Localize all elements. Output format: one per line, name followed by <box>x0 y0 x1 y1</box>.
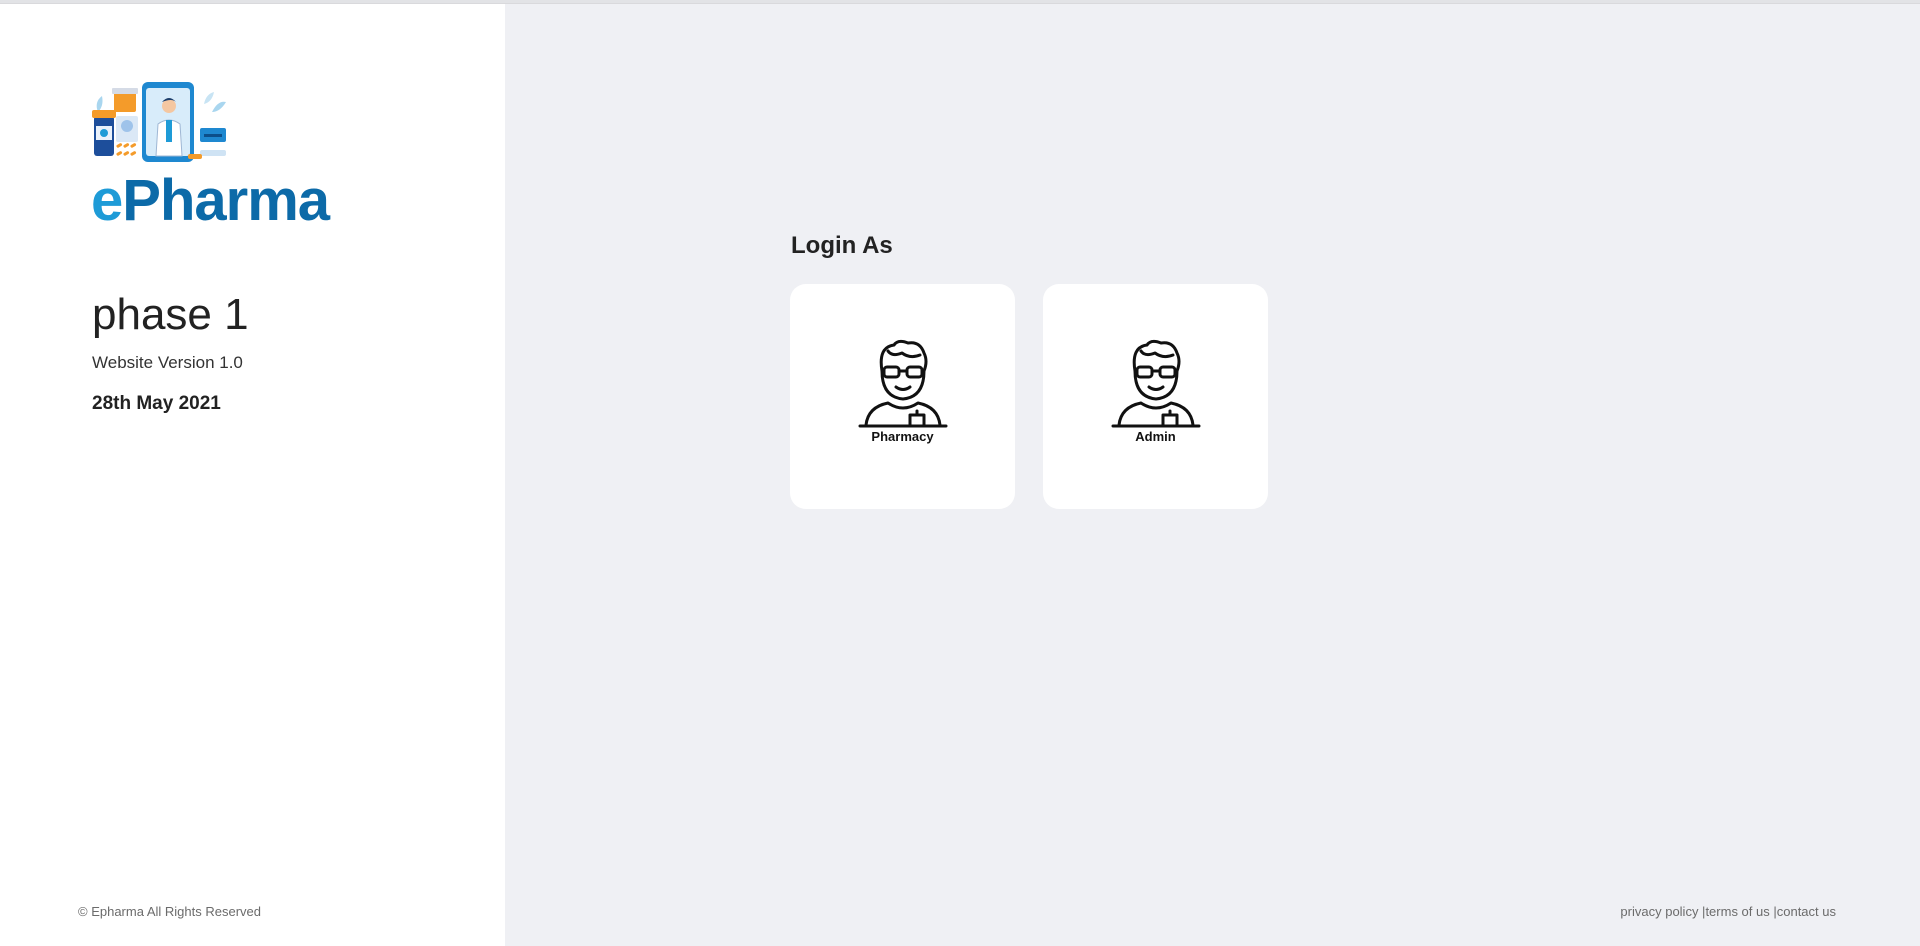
admin-avatar-icon <box>1111 339 1201 428</box>
website-version: Website Version 1.0 <box>92 353 243 372</box>
privacy-policy-link[interactable]: privacy policy | <box>1620 904 1705 919</box>
pharmacy-label: Pharmacy <box>871 429 934 444</box>
copyright-text: © Epharma All Rights Reserved <box>78 904 261 919</box>
terms-of-use-link[interactable]: terms of us | <box>1705 904 1776 919</box>
pharmacy-illustration-logo <box>92 82 226 162</box>
left-panel <box>0 4 505 946</box>
footer-links: privacy policy |terms of us |contact us <box>1620 904 1836 919</box>
brand-pharma: Pharma <box>122 168 330 233</box>
brand-logo-text: ePharma <box>91 172 330 230</box>
contact-us-link[interactable]: contact us <box>1777 904 1836 919</box>
login-pharmacy-card[interactable]: Pharmacy <box>790 284 1015 509</box>
login-as-heading: Login As <box>791 232 893 259</box>
admin-label: Admin <box>1135 429 1176 444</box>
brand-e: e <box>91 168 123 233</box>
release-date: 28th May 2021 <box>92 393 221 414</box>
login-admin-card[interactable]: Admin <box>1043 284 1268 509</box>
pharmacist-avatar-icon <box>858 339 948 428</box>
phase-title: phase 1 <box>92 290 249 339</box>
